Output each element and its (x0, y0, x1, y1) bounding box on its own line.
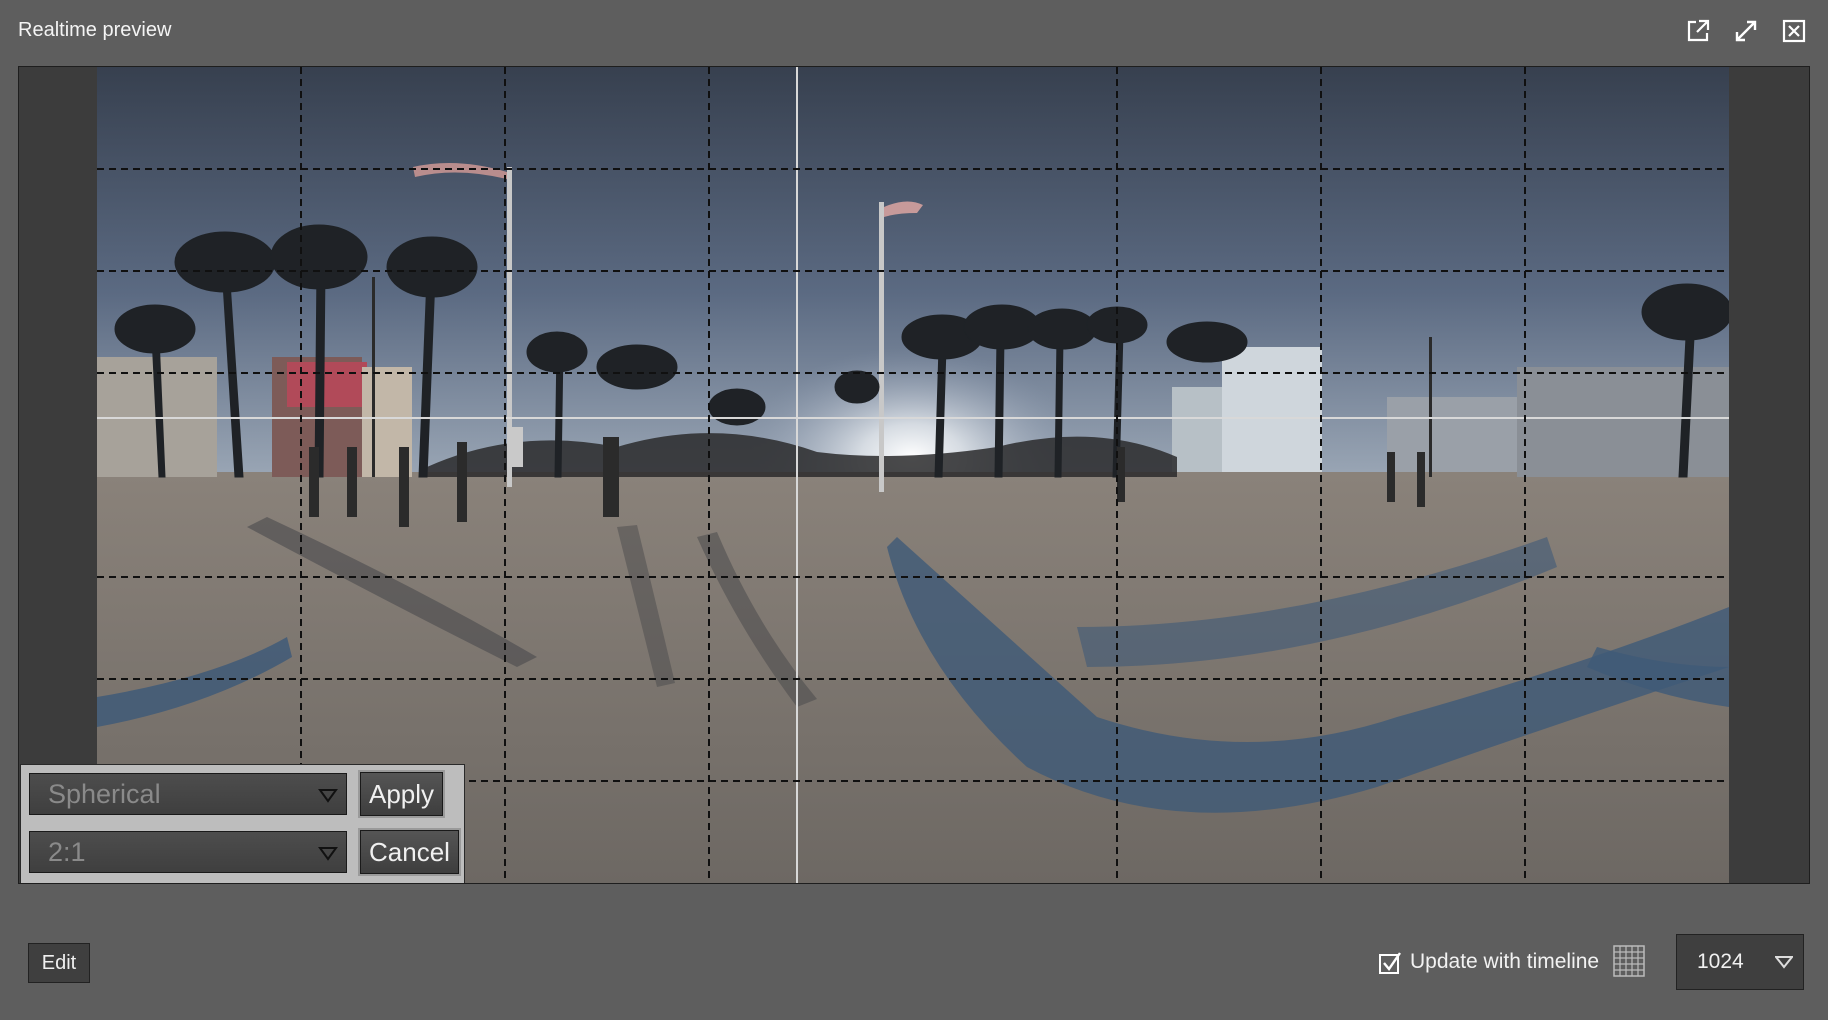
expand-icon[interactable] (1733, 18, 1759, 44)
cancel-button[interactable]: Cancel (358, 828, 461, 876)
chevron-down-icon (1775, 956, 1793, 969)
projection-select[interactable]: Spherical (29, 773, 347, 815)
preview-viewport[interactable]: Spherical Apply 2:1 Cancel (18, 66, 1810, 884)
aspect-ratio-select[interactable]: 2:1 (29, 831, 347, 873)
chevron-down-icon (318, 789, 338, 803)
chevron-down-icon (318, 847, 338, 861)
grid-icon[interactable] (1612, 944, 1646, 978)
update-with-timeline-label: Update with timeline (1410, 950, 1600, 973)
close-icon[interactable] (1781, 18, 1807, 44)
projection-select-value: Spherical (48, 779, 161, 809)
apply-button[interactable]: Apply (357, 770, 446, 818)
resolution-select[interactable]: 1024 (1676, 934, 1804, 990)
pop-out-icon[interactable] (1685, 18, 1711, 44)
spherical-panorama (97, 67, 1729, 883)
title-bar: Realtime preview (0, 0, 1828, 64)
window-title: Realtime preview (18, 19, 172, 41)
projection-controls-panel: Spherical Apply 2:1 Cancel (20, 764, 465, 883)
resolution-value: 1024 (1697, 950, 1744, 973)
aspect-ratio-select-value: 2:1 (48, 837, 86, 867)
update-with-timeline-checkbox[interactable] (1378, 951, 1402, 975)
panorama-image[interactable] (97, 67, 1729, 883)
edit-button[interactable]: Edit (28, 943, 90, 983)
